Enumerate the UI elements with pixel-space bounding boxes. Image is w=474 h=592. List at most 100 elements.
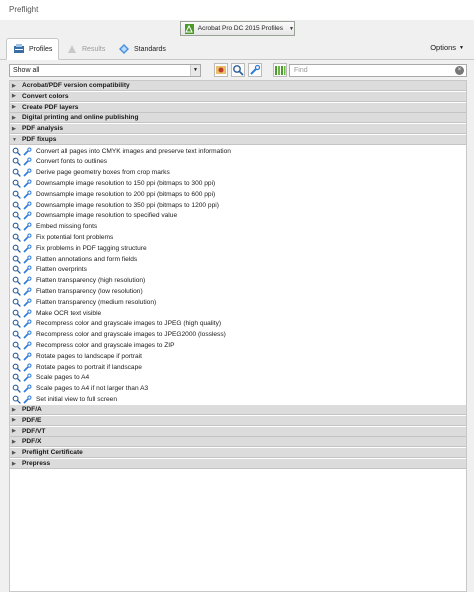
fixup-row[interactable]: Recompress color and grayscale images to… bbox=[10, 329, 466, 340]
triangle-right-icon: ▶ bbox=[12, 406, 16, 413]
fixup-row[interactable]: Convert all pages into CMYK images and p… bbox=[10, 146, 466, 157]
category-row[interactable]: ▶ Preflight Certificate bbox=[10, 448, 466, 459]
fixup-label: Rotate pages to landscape if portrait bbox=[36, 352, 142, 360]
options-menu[interactable]: Options ▼ bbox=[430, 43, 464, 52]
wrench-icon[interactable] bbox=[23, 211, 32, 221]
fixup-row[interactable]: Flatten annotations and form fields bbox=[10, 254, 466, 265]
wrench-icon[interactable] bbox=[23, 222, 32, 231]
wrench-icon[interactable] bbox=[23, 190, 32, 199]
wrench-icon[interactable] bbox=[23, 147, 32, 156]
magnify-icon[interactable] bbox=[12, 168, 21, 178]
wrench-icon[interactable] bbox=[23, 157, 32, 167]
category-row[interactable]: ▶ Convert colors bbox=[10, 91, 466, 102]
magnify-icon[interactable] bbox=[12, 298, 21, 307]
wrench-icon[interactable] bbox=[23, 330, 32, 339]
fixup-row[interactable]: Fix problems in PDF tagging structure bbox=[10, 243, 466, 254]
magnify-icon[interactable] bbox=[12, 352, 21, 361]
magnify-icon[interactable] bbox=[12, 147, 21, 156]
wrench-icon[interactable] bbox=[23, 255, 32, 264]
wrench-icon[interactable] bbox=[23, 287, 32, 296]
wrench-icon[interactable] bbox=[23, 168, 32, 177]
profile-dropdown[interactable]: Acrobat Pro DC 2015 Profiles ▼ bbox=[180, 21, 295, 36]
fixup-row[interactable]: Convert fonts to outlines bbox=[10, 157, 466, 168]
tab-standards[interactable]: Standards bbox=[112, 38, 172, 60]
fixup-row[interactable]: Downsample image resolution to 150 ppi (… bbox=[10, 178, 466, 189]
category-row[interactable]: ▼ PDF fixups bbox=[10, 135, 466, 145]
magnify-icon[interactable] bbox=[12, 211, 21, 221]
show-filter-select[interactable]: Show all ▼ bbox=[9, 64, 201, 77]
category-row[interactable]: ▶ PDF/A bbox=[10, 405, 466, 415]
category-row[interactable]: ▶ PDF/X bbox=[10, 437, 466, 448]
tab-results[interactable]: Results bbox=[60, 38, 111, 60]
category-row[interactable]: ▶ Create PDF layers bbox=[10, 102, 466, 113]
wrench-icon[interactable] bbox=[23, 395, 32, 404]
wrench-icon[interactable] bbox=[23, 265, 32, 275]
fixup-row[interactable]: Rotate pages to portrait if landscape bbox=[10, 362, 466, 373]
magnify-icon[interactable] bbox=[12, 265, 21, 275]
category-row[interactable]: ▶ Prepress bbox=[10, 459, 466, 469]
find-placeholder: Find bbox=[294, 67, 308, 74]
fixup-row[interactable]: Rotate pages to landscape if portrait bbox=[10, 351, 466, 362]
fixup-row[interactable]: Flatten transparency (medium resolution) bbox=[10, 297, 466, 308]
tab-profiles[interactable]: Profiles bbox=[6, 38, 60, 60]
fixup-row[interactable]: Derive page geometry boxes from crop mar… bbox=[10, 167, 466, 178]
category-row[interactable]: ▶ Acrobat/PDF version compatibility bbox=[10, 81, 466, 91]
show-filter-value: Show all bbox=[13, 67, 40, 74]
fixup-row[interactable]: Set initial view to full screen bbox=[10, 394, 466, 405]
magnify-icon[interactable] bbox=[12, 222, 21, 232]
fixup-row[interactable]: Embed missing fonts bbox=[10, 221, 466, 232]
wrench-icon[interactable] bbox=[23, 276, 32, 285]
wrench-icon[interactable] bbox=[23, 201, 32, 210]
wrench-icon[interactable] bbox=[23, 179, 32, 188]
magnify-icon[interactable] bbox=[12, 276, 21, 286]
wrench-icon[interactable] bbox=[23, 384, 32, 393]
magnify-button[interactable] bbox=[231, 63, 245, 77]
library-button[interactable] bbox=[273, 63, 287, 77]
magnify-icon[interactable] bbox=[12, 157, 21, 167]
clear-search-icon[interactable]: × bbox=[455, 66, 464, 75]
magnify-icon[interactable] bbox=[12, 255, 21, 264]
category-row[interactable]: ▶ PDF/VT bbox=[10, 426, 466, 437]
fixup-row[interactable]: Scale pages to A4 if not larger than A3 bbox=[10, 383, 466, 394]
magnify-icon[interactable] bbox=[12, 179, 21, 188]
magnify-icon[interactable] bbox=[12, 201, 21, 210]
category-row[interactable]: ▶ Digital printing and online publishing bbox=[10, 113, 466, 124]
wrench-icon[interactable] bbox=[23, 244, 32, 253]
magnify-icon[interactable] bbox=[12, 363, 21, 372]
fixup-row[interactable]: Downsample image resolution to 350 ppi (… bbox=[10, 200, 466, 211]
fixup-row[interactable]: Recompress color and grayscale images to… bbox=[10, 340, 466, 351]
magnify-icon[interactable] bbox=[12, 309, 21, 318]
fixup-row[interactable]: Downsample image resolution to 200 ppi (… bbox=[10, 189, 466, 200]
wrench-icon[interactable] bbox=[23, 373, 32, 383]
wrench-icon[interactable] bbox=[23, 233, 32, 242]
fixup-row[interactable]: Flatten transparency (low resolution) bbox=[10, 286, 466, 297]
wrench-icon[interactable] bbox=[23, 309, 32, 318]
magnify-icon[interactable] bbox=[12, 319, 21, 329]
category-row[interactable]: ▶ PDF analysis bbox=[10, 124, 466, 135]
wrench-icon[interactable] bbox=[23, 341, 32, 350]
category-row[interactable]: ▶ PDF/E bbox=[10, 415, 466, 426]
wrench-icon[interactable] bbox=[23, 363, 32, 372]
magnify-icon[interactable] bbox=[12, 341, 21, 350]
fixup-row[interactable]: Flatten transparency (high resolution) bbox=[10, 275, 466, 286]
fixup-row[interactable]: Flatten overprints bbox=[10, 265, 466, 276]
magnify-icon[interactable] bbox=[12, 190, 21, 199]
find-input[interactable]: Find × bbox=[289, 64, 467, 77]
magnify-icon[interactable] bbox=[12, 244, 21, 253]
fixup-row[interactable]: Recompress color and grayscale images to… bbox=[10, 319, 466, 330]
fixup-row[interactable]: Make OCR text visible bbox=[10, 308, 466, 319]
magnify-icon[interactable] bbox=[12, 395, 21, 404]
fixup-row[interactable]: Downsample image resolution to specified… bbox=[10, 211, 466, 222]
edit-profile-button[interactable] bbox=[214, 63, 228, 77]
magnify-icon[interactable] bbox=[12, 373, 21, 383]
wrench-button[interactable] bbox=[248, 63, 262, 77]
fixup-row[interactable]: Fix potential font problems bbox=[10, 232, 466, 243]
magnify-icon[interactable] bbox=[12, 330, 21, 340]
fixup-row[interactable]: Scale pages to A4 bbox=[10, 373, 466, 384]
magnify-icon[interactable] bbox=[12, 233, 21, 242]
magnify-icon[interactable] bbox=[12, 384, 21, 394]
wrench-icon[interactable] bbox=[23, 352, 32, 361]
magnify-icon[interactable] bbox=[12, 287, 21, 296]
wrench-icon[interactable] bbox=[23, 298, 32, 307]
wrench-icon[interactable] bbox=[23, 319, 32, 329]
